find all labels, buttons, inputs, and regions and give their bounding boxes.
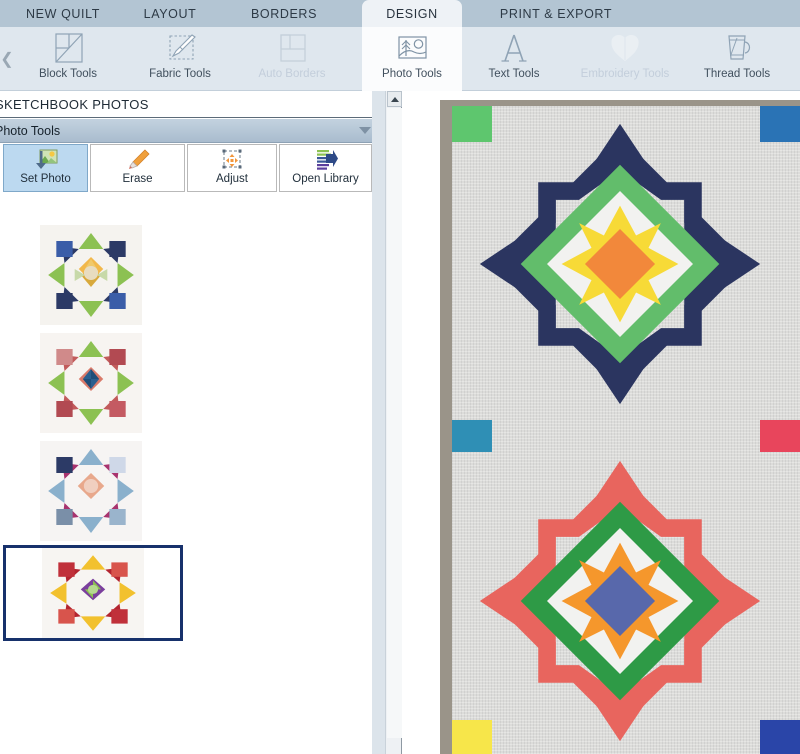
panel-title: SKETCHBOOK PHOTOS — [0, 91, 385, 118]
tool-fabric-tools[interactable]: Fabric Tools — [130, 27, 230, 91]
quilt-star-block-bottom[interactable] — [474, 455, 766, 747]
tool-thread-tools[interactable]: Thread Tools — [687, 27, 787, 91]
adjust-label: Adjust — [216, 173, 248, 185]
tool-embroidery-tools: Embroidery Tools — [575, 27, 675, 91]
open-library-icon — [313, 148, 339, 172]
auto-borders-icon — [272, 32, 312, 66]
panel-title-label: SKETCHBOOK PHOTOS — [0, 96, 149, 112]
eraser-icon — [125, 148, 151, 172]
tool-photo-tools[interactable]: Photo Tools — [362, 27, 462, 91]
chevron-down-icon[interactable] — [359, 127, 371, 134]
quilt-canvas[interactable] — [440, 100, 800, 754]
corner-patch-mid-right[interactable] — [760, 420, 800, 452]
tab-new-quilt[interactable]: NEW QUILT — [8, 0, 118, 27]
star-block-photo-1[interactable] — [40, 225, 142, 325]
photo-thumbnail-image — [40, 225, 142, 325]
tool-fabric-tools-label: Fabric Tools — [149, 68, 211, 80]
panel-vertical-scrollbar[interactable] — [385, 91, 402, 754]
photo-thumbnail-image — [40, 441, 142, 541]
photo-tools-button-row: Set Photo Erase Adjust Open Library — [0, 144, 385, 192]
corner-patch-bottom-right[interactable] — [760, 720, 800, 754]
open-library-label: Open Library — [292, 173, 359, 185]
tab-layout[interactable]: LAYOUT — [124, 0, 216, 27]
workspace-gutter — [402, 91, 412, 754]
photo-thumbnail-image — [42, 548, 144, 638]
ribbon-tool-strip: ❮ Block Tools Fabric Tools Auto Borders … — [0, 27, 800, 91]
quilt-top-edge — [440, 100, 800, 106]
scroll-up-arrow-icon[interactable] — [387, 91, 402, 107]
tool-block-tools[interactable]: Block Tools — [18, 27, 118, 91]
tab-design-label: DESIGN — [386, 6, 438, 21]
panel-gutter — [372, 91, 385, 754]
butterfly-icon — [605, 32, 645, 66]
block-tools-icon — [48, 32, 88, 66]
set-photo-button[interactable]: Set Photo — [3, 144, 88, 192]
corner-patch-mid-left[interactable] — [452, 420, 492, 452]
sketchbook-photo-list[interactable] — [0, 192, 372, 737]
fabric-brush-icon — [160, 32, 200, 66]
sketchbook-photos-panel: SKETCHBOOK PHOTOS Photo Tools Set Photo — [0, 91, 385, 754]
erase-button[interactable]: Erase — [90, 144, 185, 192]
eq-application-window: NEW QUILT LAYOUT BORDERS DESIGN PRINT & … — [0, 0, 800, 754]
adjust-nodes-icon — [219, 148, 245, 172]
ribbon-tab-bar: NEW QUILT LAYOUT BORDERS DESIGN PRINT & … — [0, 0, 800, 27]
text-letter-a-icon — [494, 32, 534, 66]
chevron-left-icon[interactable]: ❮ — [0, 49, 14, 71]
adjust-button[interactable]: Adjust — [187, 144, 277, 192]
photo-thumbnail-image — [40, 333, 142, 433]
tool-auto-borders: Auto Borders — [242, 27, 342, 91]
star-block-photo-4[interactable] — [3, 545, 183, 641]
star-block-photo-2[interactable] — [40, 333, 142, 433]
photo-tools-section-header[interactable]: Photo Tools — [0, 119, 385, 143]
tool-block-tools-label: Block Tools — [39, 68, 97, 80]
tool-thread-tools-label: Thread Tools — [703, 68, 771, 80]
tool-text-tools-label: Text Tools — [488, 68, 540, 80]
tab-design[interactable]: DESIGN — [362, 0, 462, 27]
tool-text-tools[interactable]: Text Tools — [464, 27, 564, 91]
tool-photo-tools-label: Photo Tools — [382, 68, 442, 80]
star-block-photo-3[interactable] — [40, 441, 142, 541]
tab-borders-label: BORDERS — [250, 6, 318, 21]
quilt-star-block-top[interactable] — [474, 118, 766, 410]
tab-print-export[interactable]: PRINT & EXPORT — [476, 0, 636, 27]
tool-auto-borders-label: Auto Borders — [258, 68, 326, 80]
photo-landscape-icon — [392, 32, 432, 66]
scrollbar-track[interactable] — [387, 108, 402, 738]
tab-layout-label: LAYOUT — [143, 6, 197, 21]
corner-patch-top-right[interactable] — [760, 106, 800, 142]
tab-new-quilt-label: NEW QUILT — [26, 6, 100, 21]
quilt-workspace[interactable] — [413, 91, 800, 754]
tab-borders[interactable]: BORDERS — [228, 0, 340, 27]
thread-spool-icon — [717, 32, 757, 66]
set-photo-label: Set Photo — [20, 173, 71, 185]
open-library-button[interactable]: Open Library — [279, 144, 372, 192]
quilt-left-edge — [440, 100, 452, 754]
tab-print-export-label: PRINT & EXPORT — [499, 6, 613, 21]
erase-label: Erase — [122, 173, 153, 185]
tool-embroidery-tools-label: Embroidery Tools — [580, 68, 670, 80]
set-photo-icon — [33, 148, 59, 172]
photo-tools-section-label: Photo Tools — [0, 123, 61, 138]
